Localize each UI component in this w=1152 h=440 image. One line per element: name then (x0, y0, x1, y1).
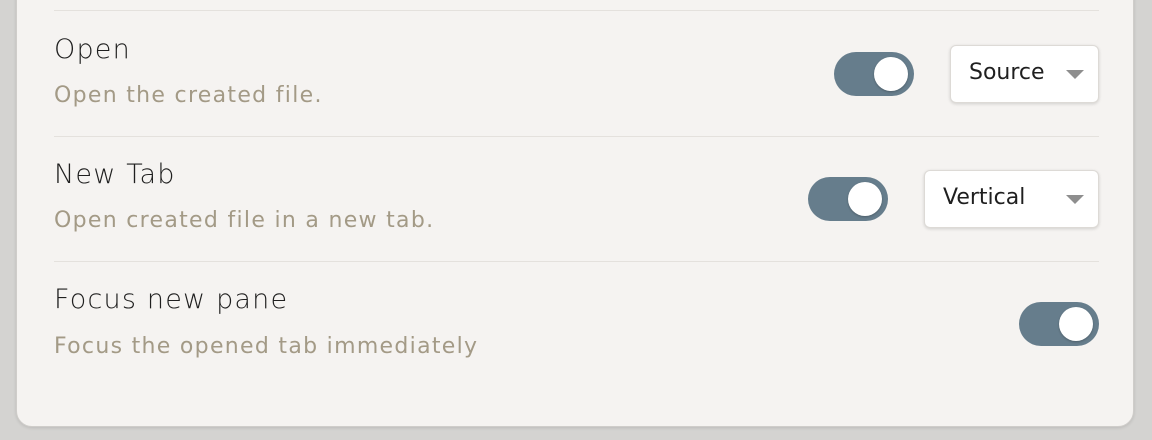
setting-description: Open the created file. (54, 83, 323, 108)
chevron-down-icon (1066, 195, 1084, 204)
open-mode-dropdown[interactable]: Source (950, 45, 1099, 103)
toggle-knob (1059, 307, 1093, 341)
dropdown-value: Source (969, 60, 1045, 85)
setting-name: Open (54, 34, 131, 65)
setting-description: Focus the opened tab immediately (54, 334, 479, 359)
setting-description: Open created file in a new tab. (54, 208, 435, 233)
toggle-knob (874, 57, 908, 91)
divider (54, 10, 1099, 11)
divider (54, 136, 1099, 137)
settings-panel: Open Open the created file. Source New T… (16, 0, 1134, 427)
open-toggle[interactable] (834, 52, 914, 96)
toggle-knob (848, 182, 882, 216)
chevron-down-icon (1066, 70, 1084, 79)
focus-new-pane-toggle[interactable] (1019, 302, 1099, 346)
new-tab-direction-dropdown[interactable]: Vertical (924, 170, 1099, 228)
dropdown-value: Vertical (943, 185, 1026, 210)
setting-name: Focus new pane (54, 284, 289, 315)
divider (54, 261, 1099, 262)
setting-name: New Tab (54, 159, 176, 190)
new-tab-toggle[interactable] (808, 177, 888, 221)
